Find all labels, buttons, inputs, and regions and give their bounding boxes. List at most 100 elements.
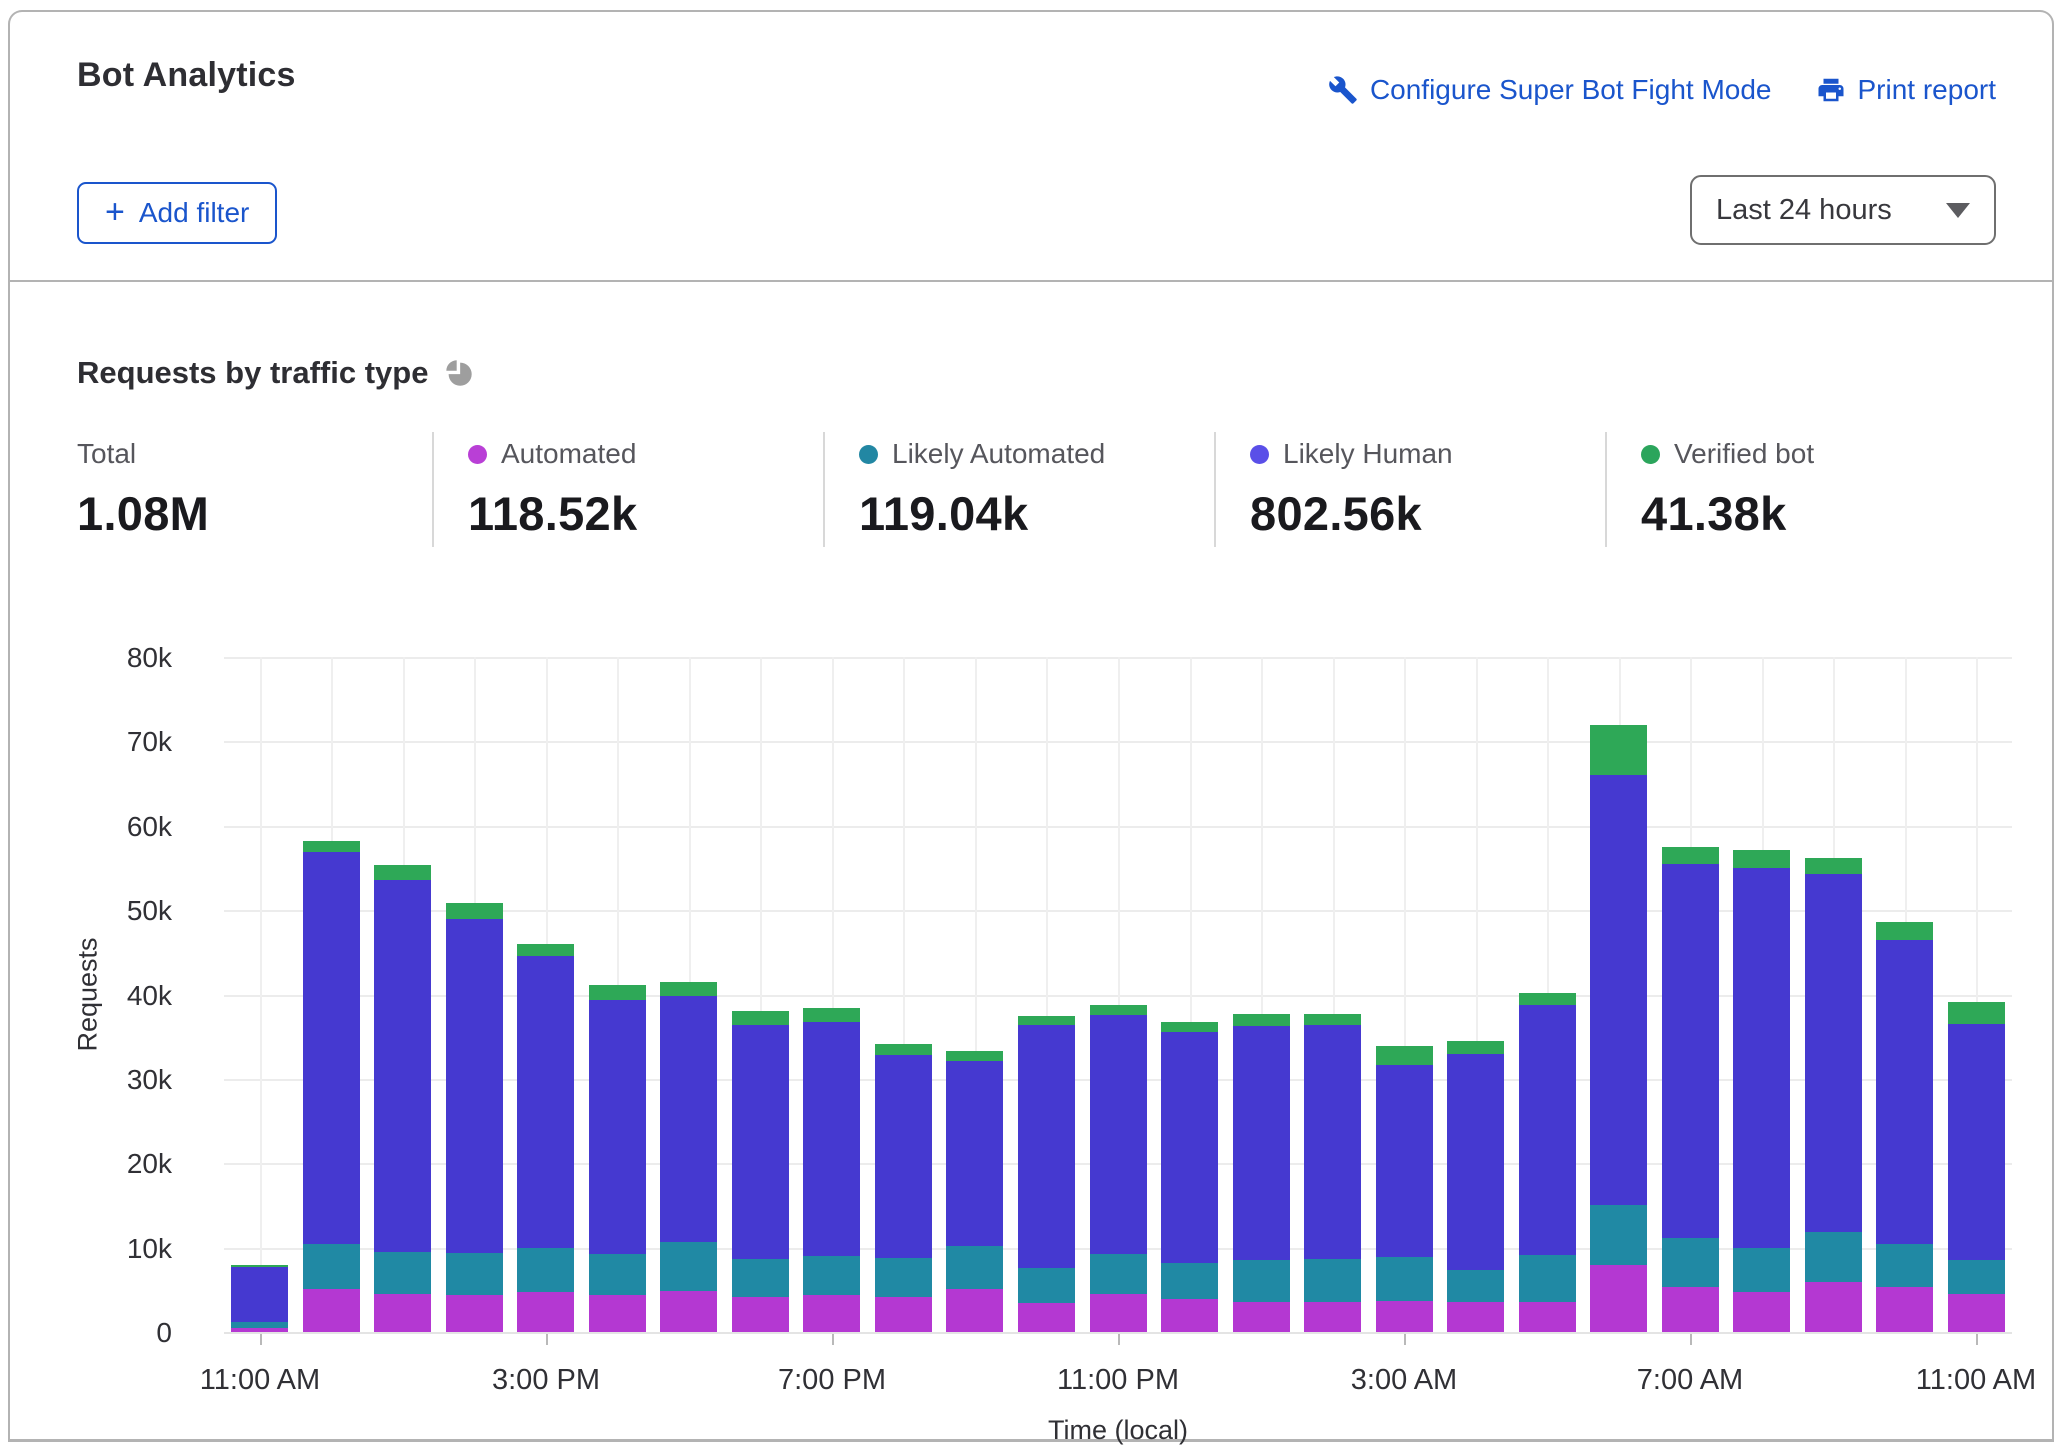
- y-tick-label: 60k: [82, 811, 172, 843]
- x-tick-label: 11:00 AM: [140, 1364, 380, 1397]
- bar-hour-7[interactable]: [732, 1011, 789, 1332]
- y-tick-label: 80k: [82, 642, 172, 674]
- bar-hour-20[interactable]: [1662, 847, 1719, 1332]
- bar-hour-16[interactable]: [1376, 1046, 1433, 1332]
- x-tick: [832, 1334, 834, 1345]
- bar-hour-23[interactable]: [1876, 922, 1933, 1332]
- bar-hour-21[interactable]: [1733, 850, 1790, 1332]
- segment-likely-automated: [732, 1259, 789, 1298]
- configure-super-bot-fight-mode-link[interactable]: Configure Super Bot Fight Mode: [1328, 74, 1772, 106]
- stat-label: Automated: [501, 438, 636, 470]
- segment-likely-automated: [1233, 1260, 1290, 1302]
- segment-verified-bot: [517, 944, 574, 956]
- segment-verified-bot: [1662, 847, 1719, 864]
- bot-analytics-page: { "header": { "title": "Bot Analytics", …: [0, 0, 2062, 1450]
- bar-hour-24[interactable]: [1948, 1002, 2005, 1332]
- printer-icon: [1816, 75, 1846, 105]
- segment-likely-automated: [303, 1244, 360, 1289]
- bar-hour-14[interactable]: [1233, 1014, 1290, 1332]
- segment-likely-human: [303, 852, 360, 1244]
- segment-likely-human: [517, 956, 574, 1249]
- time-range-value: Last 24 hours: [1716, 194, 1892, 227]
- segment-verified-bot: [803, 1008, 860, 1022]
- segment-likely-automated: [374, 1252, 431, 1294]
- segment-verified-bot: [374, 865, 431, 880]
- bar-hour-9[interactable]: [875, 1044, 932, 1332]
- segment-automated: [374, 1294, 431, 1332]
- segment-likely-human: [1662, 864, 1719, 1239]
- segment-likely-automated: [1018, 1268, 1075, 1303]
- segment-likely-human: [589, 1000, 646, 1254]
- bar-hour-11[interactable]: [1018, 1016, 1075, 1332]
- segment-likely-automated: [1805, 1232, 1862, 1282]
- section-heading: Requests by traffic type: [77, 355, 474, 391]
- segment-likely-automated: [446, 1253, 503, 1295]
- print-link-label: Print report: [1858, 74, 1997, 106]
- y-tick-label: 50k: [82, 895, 172, 927]
- add-filter-button[interactable]: + Add filter: [77, 182, 277, 244]
- segment-likely-human: [1948, 1024, 2005, 1260]
- x-tick: [546, 1334, 548, 1345]
- segment-automated: [517, 1292, 574, 1333]
- segment-automated: [1948, 1294, 2005, 1332]
- x-tick: [260, 1334, 262, 1345]
- segment-automated: [732, 1297, 789, 1332]
- segment-likely-human: [446, 919, 503, 1252]
- segment-automated: [1376, 1301, 1433, 1332]
- segment-likely-human: [1304, 1025, 1361, 1259]
- chevron-down-icon: [1946, 203, 1970, 218]
- segment-automated: [1018, 1303, 1075, 1332]
- segment-verified-bot: [1018, 1016, 1075, 1024]
- bar-hour-4[interactable]: [517, 944, 574, 1332]
- segment-automated: [1447, 1302, 1504, 1332]
- segment-verified-bot: [446, 903, 503, 919]
- x-tick-label: 7:00 PM: [712, 1364, 952, 1397]
- y-tick-label: 70k: [82, 726, 172, 758]
- bar-hour-15[interactable]: [1304, 1014, 1361, 1332]
- bar-hour-1[interactable]: [303, 841, 360, 1332]
- bot-analytics-card: Bot Analytics Configure Super Bot Fight …: [8, 10, 2054, 1442]
- segment-likely-human: [875, 1055, 932, 1258]
- bar-hour-18[interactable]: [1519, 993, 1576, 1332]
- stat-likely-human: Likely Human802.56k: [1214, 432, 1605, 547]
- segment-likely-automated: [1662, 1238, 1719, 1287]
- bar-hour-19[interactable]: [1590, 725, 1647, 1332]
- stat-value: 41.38k: [1641, 486, 1996, 541]
- segment-automated: [231, 1328, 288, 1332]
- x-tick-label: 11:00 AM: [1856, 1364, 2062, 1397]
- x-tick: [1690, 1334, 1692, 1345]
- bar-hour-12[interactable]: [1090, 1005, 1147, 1332]
- segment-automated: [946, 1289, 1003, 1332]
- traffic-type-stats-row: Total1.08MAutomated118.52kLikely Automat…: [77, 432, 1996, 547]
- segment-likely-human: [1018, 1025, 1075, 1268]
- bar-hour-2[interactable]: [374, 865, 431, 1332]
- stat-label: Total: [77, 438, 136, 470]
- bar-hour-13[interactable]: [1161, 1022, 1218, 1332]
- bar-hour-0[interactable]: [231, 1265, 288, 1333]
- bar-hour-3[interactable]: [446, 903, 503, 1332]
- segment-automated: [303, 1289, 360, 1332]
- segment-likely-human: [1590, 775, 1647, 1205]
- bar-hour-6[interactable]: [660, 982, 717, 1332]
- stat-likely-automated: Likely Automated119.04k: [823, 432, 1214, 547]
- segment-automated: [1805, 1282, 1862, 1332]
- x-tick-label: 3:00 PM: [426, 1364, 666, 1397]
- bar-hour-10[interactable]: [946, 1051, 1003, 1332]
- bar-hour-17[interactable]: [1447, 1041, 1504, 1332]
- segment-verified-bot: [1948, 1002, 2005, 1024]
- segment-likely-human: [1733, 868, 1790, 1248]
- segment-likely-human: [374, 880, 431, 1252]
- segment-likely-automated: [660, 1242, 717, 1291]
- segment-likely-automated: [1161, 1263, 1218, 1299]
- header-divider: [10, 280, 2052, 282]
- segment-verified-bot: [1304, 1014, 1361, 1025]
- bar-hour-8[interactable]: [803, 1008, 860, 1332]
- segment-automated: [1233, 1302, 1290, 1332]
- time-range-dropdown[interactable]: Last 24 hours: [1690, 175, 1996, 245]
- segment-likely-human: [1090, 1015, 1147, 1255]
- bar-hour-22[interactable]: [1805, 858, 1862, 1332]
- segment-automated: [1876, 1287, 1933, 1332]
- print-report-link[interactable]: Print report: [1816, 74, 1997, 106]
- segment-likely-automated: [1590, 1205, 1647, 1264]
- bar-hour-5[interactable]: [589, 985, 646, 1332]
